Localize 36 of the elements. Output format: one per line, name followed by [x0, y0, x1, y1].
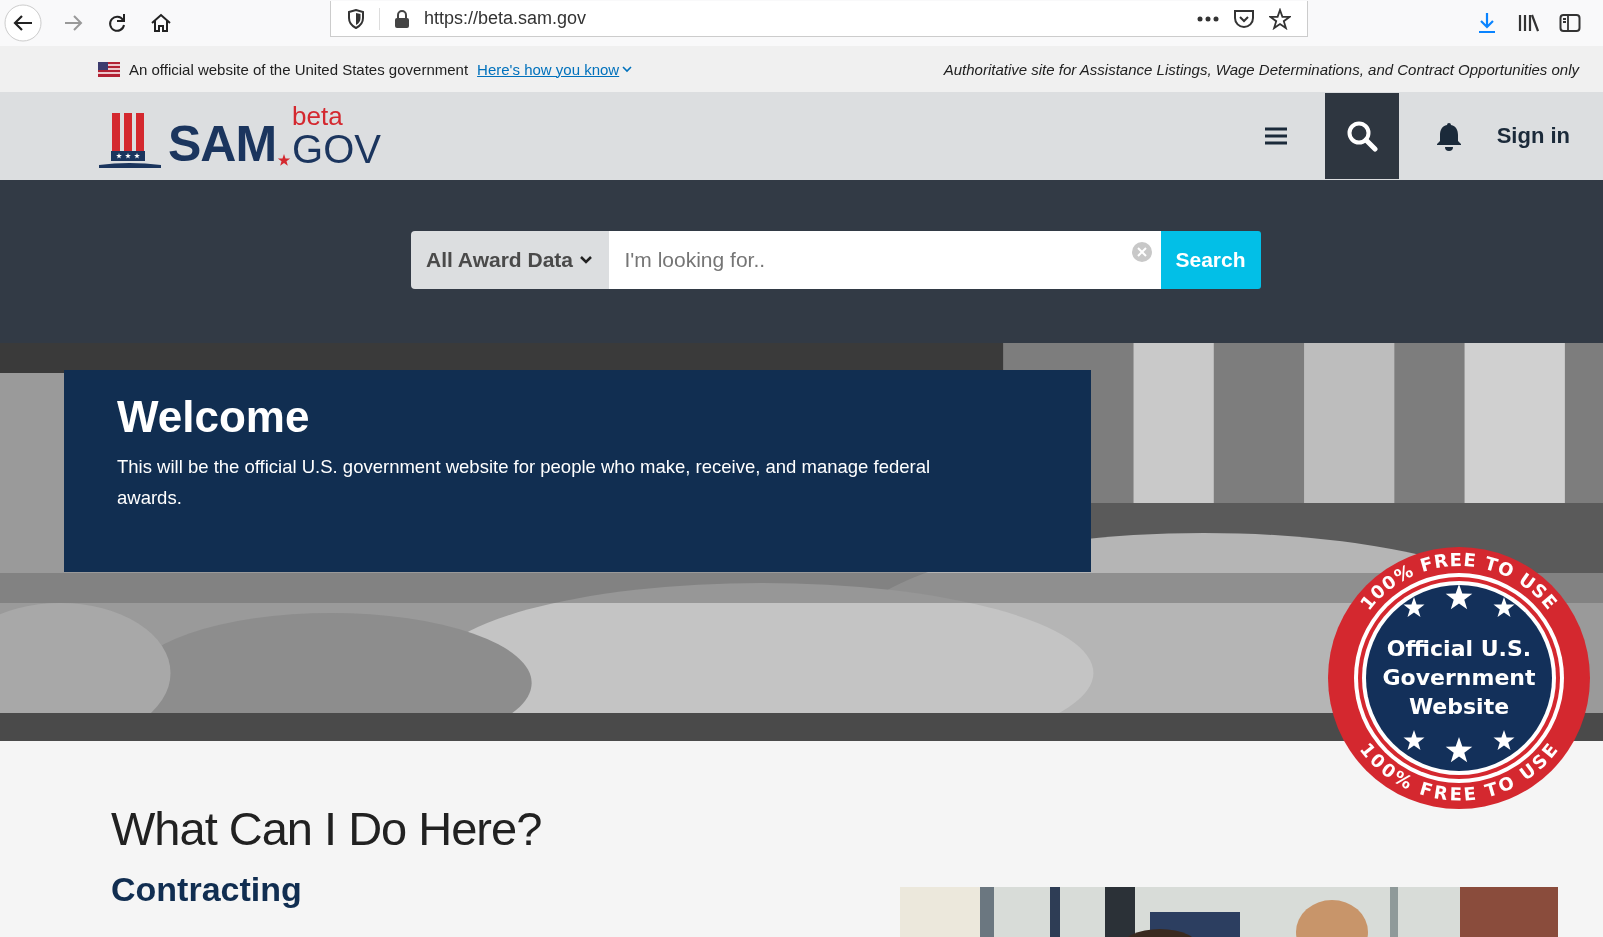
welcome-title: Welcome — [117, 392, 311, 442]
home-icon[interactable] — [150, 12, 172, 34]
reload-icon[interactable] — [106, 12, 128, 34]
pocket-icon[interactable] — [1233, 8, 1255, 29]
beta-label: beta — [292, 103, 344, 129]
flag-icon — [98, 61, 120, 77]
url-text: https://beta.sam.gov — [424, 8, 587, 29]
search-input[interactable]: I'm looking for.. — [608, 248, 1161, 272]
search-icon — [1345, 120, 1378, 152]
logo-text: SAM — [168, 119, 277, 169]
search-button[interactable] — [1324, 93, 1399, 179]
lock-icon — [394, 8, 410, 29]
hat-icon — [98, 111, 162, 169]
download-icon[interactable] — [1477, 12, 1497, 34]
how-you-know-link[interactable]: Here's how you know — [477, 60, 633, 78]
banner-text: An official website of the United States government — [129, 60, 469, 78]
chevron-icon — [579, 255, 593, 265]
section-title: What Can I Do Here? — [111, 801, 542, 856]
shield-icon[interactable] — [347, 8, 365, 29]
sign-in-link[interactable]: Sign in — [1496, 123, 1570, 149]
bell-icon[interactable] — [1434, 121, 1463, 151]
menu-icon[interactable] — [1264, 127, 1287, 145]
chevron-icon — [622, 65, 633, 73]
section-subtitle: Contracting — [111, 870, 303, 909]
more-icon[interactable] — [1197, 15, 1219, 22]
star-icon[interactable] — [1269, 7, 1291, 30]
scope-dropdown[interactable]: All Award Data — [410, 231, 609, 289]
search-field[interactable]: I'm looking for.. — [608, 231, 1161, 289]
sidebar-icon[interactable] — [1559, 13, 1581, 33]
address-bar[interactable]: https://beta.sam.gov — [330, 1, 1308, 37]
star-icon — [277, 153, 292, 167]
welcome-text: This will be the official U.S. government website for people who make, receive, and manage federal awards. — [117, 455, 932, 510]
logo-suffix: GOV — [292, 129, 381, 169]
back-icon[interactable] — [4, 4, 42, 42]
tagline: Authoritative site for Assistance Listings, Wage Determinations, and Contract Opportunities only — [943, 60, 1579, 78]
library-icon[interactable] — [1517, 13, 1539, 33]
